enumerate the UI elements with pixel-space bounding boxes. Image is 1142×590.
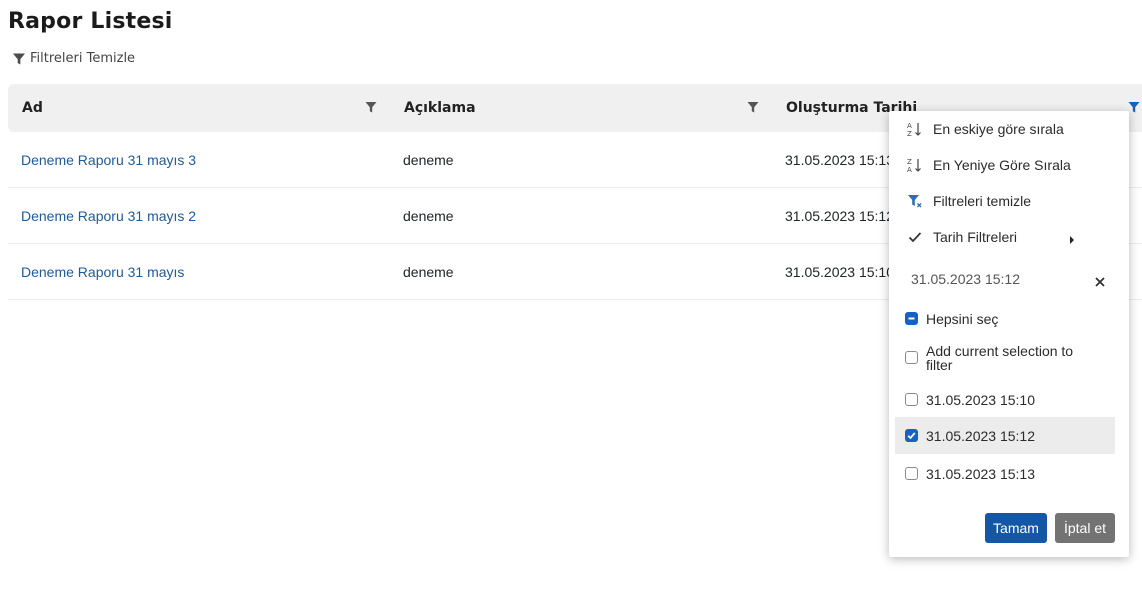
date-search-value: 31.05.2023 15:12 bbox=[911, 271, 1020, 287]
sort-newest-item[interactable]: Z A En Yeniye Göre Sırala bbox=[889, 147, 1129, 183]
date-search-input[interactable]: 31.05.2023 15:12 bbox=[901, 261, 1117, 297]
clear-filters-label: Filtreleri Temizle bbox=[30, 51, 136, 66]
report-name-link[interactable]: Deneme Raporu 31 mayıs 3 bbox=[21, 132, 196, 187]
filter-icon bbox=[12, 52, 26, 66]
select-all-checkbox[interactable]: Hepsini seç bbox=[895, 309, 1115, 329]
date-filters-label: Tarih Filtreleri bbox=[933, 229, 1018, 245]
svg-text:Z: Z bbox=[907, 130, 912, 137]
svg-text:Z: Z bbox=[907, 158, 912, 166]
clear-filter-icon bbox=[907, 193, 923, 209]
checkbox-icon bbox=[905, 467, 918, 480]
indeterminate-checkbox-icon bbox=[905, 312, 918, 325]
report-description: deneme bbox=[403, 263, 454, 280]
date-option-label: 31.05.2023 15:12 bbox=[926, 427, 1035, 444]
clear-column-filter-item[interactable]: Filtreleri temizle bbox=[889, 183, 1129, 219]
report-description: deneme bbox=[403, 151, 454, 168]
clear-filters-link[interactable]: Filtreleri Temizle bbox=[12, 51, 135, 66]
cancel-button[interactable]: İptal et bbox=[1055, 513, 1115, 543]
column-filter-menu: A Z En eskiye göre sırala Z A En Yeniye … bbox=[889, 111, 1129, 557]
date-option-1513[interactable]: 31.05.2023 15:13 bbox=[895, 455, 1115, 493]
report-name-link[interactable]: Deneme Raporu 31 mayıs bbox=[21, 244, 184, 299]
date-option-1512[interactable]: 31.05.2023 15:12 bbox=[895, 417, 1115, 454]
report-name-link[interactable]: Deneme Raporu 31 mayıs 2 bbox=[21, 188, 196, 243]
checked-checkbox-icon bbox=[905, 429, 918, 442]
description-filter-icon[interactable] bbox=[747, 101, 759, 119]
name-filter-icon[interactable] bbox=[365, 101, 377, 119]
date-filters-item[interactable]: Tarih Filtreleri bbox=[889, 219, 1129, 255]
svg-text:A: A bbox=[907, 122, 912, 130]
svg-text:A: A bbox=[907, 166, 912, 173]
checkbox-icon bbox=[905, 351, 918, 364]
date-option-label: 31.05.2023 15:13 bbox=[926, 466, 1035, 482]
checkbox-icon bbox=[905, 393, 918, 406]
date-option-1510[interactable]: 31.05.2023 15:10 bbox=[895, 381, 1115, 419]
column-header-description[interactable]: Açıklama bbox=[404, 84, 476, 132]
report-created-date: 31.05.2023 15:10 bbox=[785, 263, 894, 280]
select-all-label: Hepsini seç bbox=[926, 311, 999, 327]
sort-newest-label: En Yeniye Göre Sırala bbox=[933, 157, 1071, 173]
report-description: deneme bbox=[403, 207, 454, 224]
sort-oldest-item[interactable]: A Z En eskiye göre sırala bbox=[889, 111, 1129, 147]
ok-button[interactable]: Tamam bbox=[985, 513, 1047, 543]
report-created-date: 31.05.2023 15:12 bbox=[785, 207, 894, 224]
sort-descending-icon: Z A bbox=[907, 157, 923, 173]
sort-oldest-label: En eskiye göre sırala bbox=[933, 121, 1064, 137]
report-created-date: 31.05.2023 15:13 bbox=[785, 151, 894, 168]
caret-right-icon bbox=[1069, 232, 1075, 248]
sort-ascending-icon: A Z bbox=[907, 121, 923, 137]
page-title: Rapor Listesi bbox=[8, 9, 173, 34]
created-filter-icon[interactable] bbox=[1128, 101, 1140, 119]
column-header-name[interactable]: Ad bbox=[22, 84, 43, 132]
check-icon bbox=[907, 231, 923, 243]
clear-column-filter-label: Filtreleri temizle bbox=[933, 193, 1032, 209]
add-selection-checkbox[interactable]: Add current selection to filter bbox=[895, 343, 1115, 373]
close-icon[interactable] bbox=[1095, 274, 1105, 290]
add-selection-label: Add current selection to filter bbox=[926, 343, 1074, 373]
date-option-label: 31.05.2023 15:10 bbox=[926, 392, 1035, 408]
